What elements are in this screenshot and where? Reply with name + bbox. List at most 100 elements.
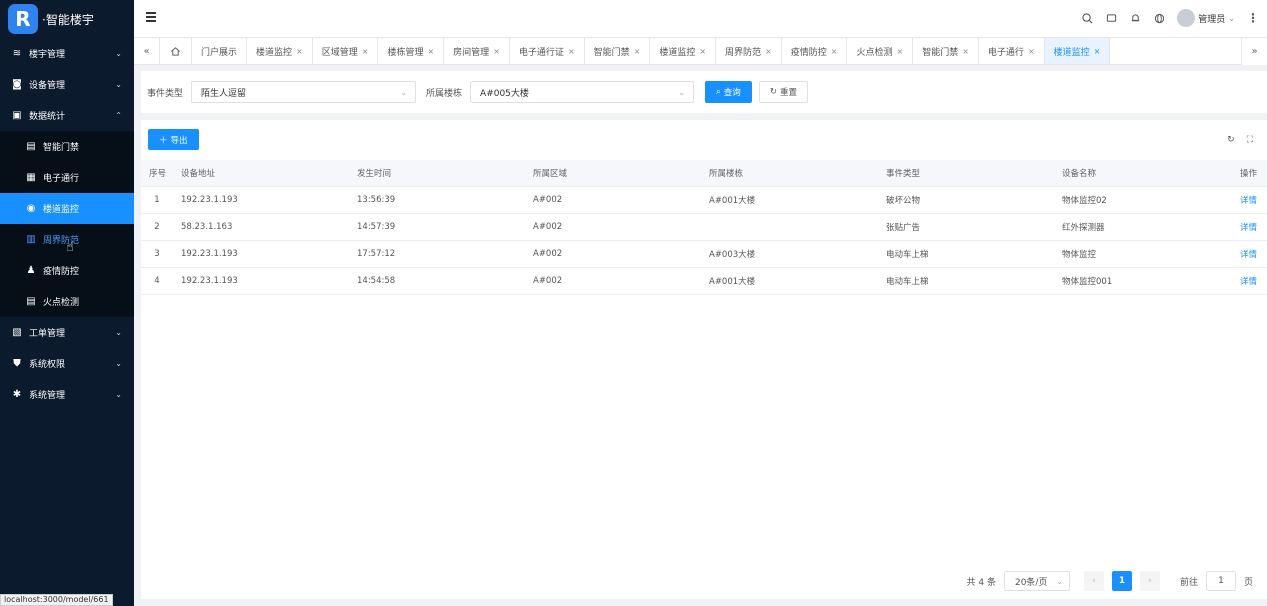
shield-icon: ⛊ bbox=[13, 358, 21, 369]
table-row: 4 192.23.1.193 14:54:58 A#002 A#001大楼 电动车上梯 物体… bbox=[141, 267, 1267, 295]
close-icon[interactable]: × bbox=[493, 47, 500, 56]
tab-4[interactable]: 房间管理 × bbox=[444, 38, 510, 64]
search-panel: 事件类型 陌生人逗留 ⌄ 所属楼栋 A#005大楼 ⌄ ⌕ 查询 ↻ 重置 bbox=[141, 71, 1267, 113]
details-link[interactable]: 详情 bbox=[1240, 250, 1257, 260]
table-cell: 红外探测器 bbox=[1054, 213, 1204, 241]
table-row: 3 192.23.1.193 17:57:12 A#002 A#003大楼 电动车上梯 物体… bbox=[141, 240, 1267, 268]
close-icon[interactable]: × bbox=[568, 47, 575, 56]
bell-icon[interactable] bbox=[1129, 12, 1141, 24]
sidebar-item-fire-detection[interactable]: ▤ 火点检测 bbox=[0, 286, 134, 317]
close-icon[interactable]: × bbox=[962, 47, 969, 56]
close-icon[interactable]: × bbox=[831, 47, 838, 56]
tab-8[interactable]: 周界防范 × bbox=[716, 38, 782, 64]
building-label: 所属楼栋 bbox=[426, 88, 463, 99]
menu-toggle-icon[interactable] bbox=[146, 12, 156, 24]
next-page-button[interactable]: › bbox=[1139, 571, 1160, 591]
close-icon[interactable]: × bbox=[362, 47, 369, 56]
close-icon[interactable]: × bbox=[765, 47, 772, 56]
tab-scroll-left-icon[interactable]: « bbox=[134, 38, 160, 64]
sidebar-item-e-pass[interactable]: ▦ 电子通行 bbox=[0, 162, 134, 193]
logo: R ·智能楼宇 bbox=[0, 0, 134, 38]
table-cell: 物体监控001 bbox=[1054, 267, 1204, 295]
tab-scroll-right-icon[interactable]: » bbox=[1241, 38, 1267, 65]
prev-page-button[interactable]: ‹ bbox=[1083, 571, 1104, 591]
close-icon[interactable]: × bbox=[1028, 47, 1035, 56]
chevron-down-icon: ⌄ bbox=[115, 80, 122, 89]
tab-0[interactable]: 门户展示 bbox=[192, 38, 248, 64]
query-button[interactable]: ⌕ 查询 bbox=[705, 81, 752, 103]
table-header-row: 序号 设备地址 发生时间 所属区域 所属楼栋 事件类型 设备名称 操作 bbox=[141, 160, 1267, 187]
goto-page-input[interactable]: 1 bbox=[1205, 571, 1236, 591]
col-header-actions: 操作 bbox=[1204, 160, 1267, 187]
sidebar-item-smart-access[interactable]: ▤ 智能门禁 bbox=[0, 131, 134, 162]
close-icon[interactable]: × bbox=[699, 47, 706, 56]
table-cell: 破坏公物 bbox=[878, 186, 1054, 214]
close-icon[interactable]: × bbox=[634, 47, 641, 56]
table-cell: 详情 bbox=[1204, 267, 1267, 295]
tab-12[interactable]: 电子通行 × bbox=[979, 38, 1045, 64]
table-cell: 14:54:58 bbox=[349, 267, 525, 295]
close-icon[interactable]: × bbox=[296, 47, 303, 56]
col-header-time: 发生时间 bbox=[349, 160, 525, 187]
refresh-icon[interactable]: ↻ bbox=[1227, 135, 1235, 145]
sidebar-item-device-management[interactable]: ◙ 设备管理 ⌄ bbox=[0, 69, 134, 100]
more-vertical-icon[interactable]: ⋮ bbox=[1247, 11, 1259, 25]
table-cell: 192.23.1.193 bbox=[173, 186, 349, 214]
close-icon[interactable]: × bbox=[897, 47, 904, 56]
tab-2[interactable]: 区域管理 × bbox=[313, 38, 379, 64]
sidebar-item-building-management[interactable]: ≋ 楼宇管理 ⌄ bbox=[0, 38, 134, 69]
tab-13[interactable]: 楼道监控 × bbox=[1044, 38, 1111, 64]
stats-icon: ▣ bbox=[12, 110, 22, 121]
tab-9[interactable]: 疫情防控 × bbox=[782, 38, 848, 64]
sidebar-item-system-permissions[interactable]: ⛊ 系统权限 ⌄ bbox=[0, 348, 134, 379]
details-link[interactable]: 详情 bbox=[1240, 223, 1257, 233]
close-icon[interactable]: × bbox=[427, 47, 434, 56]
clipboard-icon: ▧ bbox=[12, 327, 22, 338]
globe-icon[interactable] bbox=[1153, 12, 1165, 24]
event-type-select[interactable]: 陌生人逗留 ⌄ bbox=[191, 81, 417, 103]
tab-7[interactable]: 楼道监控 × bbox=[650, 38, 717, 64]
tab-11[interactable]: 智能门禁 × bbox=[913, 38, 979, 64]
message-icon[interactable] bbox=[1105, 12, 1117, 24]
details-link[interactable]: 详情 bbox=[1240, 196, 1257, 206]
table-cell: 192.23.1.193 bbox=[173, 267, 349, 295]
search-icon[interactable] bbox=[1081, 12, 1093, 24]
close-icon[interactable]: × bbox=[1094, 47, 1101, 56]
tab-6[interactable]: 智能门禁 × bbox=[585, 38, 651, 64]
chevron-down-icon: ⌄ bbox=[115, 328, 122, 337]
tab-3[interactable]: 楼栋管理 × bbox=[378, 38, 445, 64]
camera-icon: ◉ bbox=[26, 203, 36, 214]
building-select[interactable]: A#005大楼 ⌄ bbox=[470, 81, 695, 103]
home-icon[interactable] bbox=[160, 38, 192, 64]
export-button[interactable]: ＋ 导出 bbox=[148, 129, 199, 150]
chevron-down-icon: ⌄ bbox=[678, 87, 686, 97]
logo-badge: R bbox=[8, 4, 38, 34]
table-cell: A#002 bbox=[525, 213, 701, 241]
fullscreen-icon[interactable]: ⛶ bbox=[1247, 135, 1253, 145]
search-icon: ⌕ bbox=[716, 87, 721, 97]
table-cell: 2 bbox=[141, 213, 173, 241]
sidebar-item-system-management[interactable]: ✱ 系统管理 ⌄ bbox=[0, 379, 134, 410]
page-size-select[interactable]: 20条/页 ⌄ bbox=[1003, 571, 1070, 591]
page-number-current[interactable]: 1 bbox=[1111, 571, 1132, 591]
tab-bar: « 门户展示 楼道监控 × 区域管理 × 楼栋管理 × 房间管理 × 电子通行证 × 智能门禁 × 楼道监… bbox=[134, 38, 1267, 65]
table-cell: 详情 bbox=[1204, 186, 1267, 214]
tab-10[interactable]: 火点检测 × bbox=[847, 38, 914, 64]
tab-5[interactable]: 电子通行证 × bbox=[510, 38, 585, 64]
submenu-data-statistics: ▤ 智能门禁 ▦ 电子通行 ◉ 楼道监控 ▥ 周界防范 ♟ 疫情防控 ▤ 火点检… bbox=[0, 131, 134, 317]
sidebar-item-data-statistics[interactable]: ▣ 数据统计 ⌃ bbox=[0, 100, 134, 131]
top-header: 管理员 ⌄ ⋮ bbox=[134, 0, 1267, 38]
tab-1[interactable]: 楼道监控 × bbox=[247, 38, 313, 64]
user-menu[interactable]: 管理员 ⌄ bbox=[1177, 9, 1235, 27]
avatar bbox=[1177, 9, 1196, 27]
table-cell: 物体监控02 bbox=[1054, 186, 1204, 214]
status-url: localhost:3000/model/661 bbox=[0, 594, 113, 606]
device-icon: ◙ bbox=[12, 79, 22, 90]
reset-button[interactable]: ↻ 重置 bbox=[758, 81, 808, 103]
sidebar-item-corridor-monitor[interactable]: ◉ 楼道监控 bbox=[0, 193, 134, 224]
details-link[interactable]: 详情 bbox=[1240, 277, 1257, 287]
sidebar-item-work-orders[interactable]: ▧ 工单管理 ⌄ bbox=[0, 317, 134, 348]
chevron-down-icon: ⌄ bbox=[1056, 576, 1063, 586]
table-cell: A#001大楼 bbox=[701, 267, 878, 295]
sidebar-item-epidemic-control[interactable]: ♟ 疫情防控 bbox=[0, 255, 134, 286]
